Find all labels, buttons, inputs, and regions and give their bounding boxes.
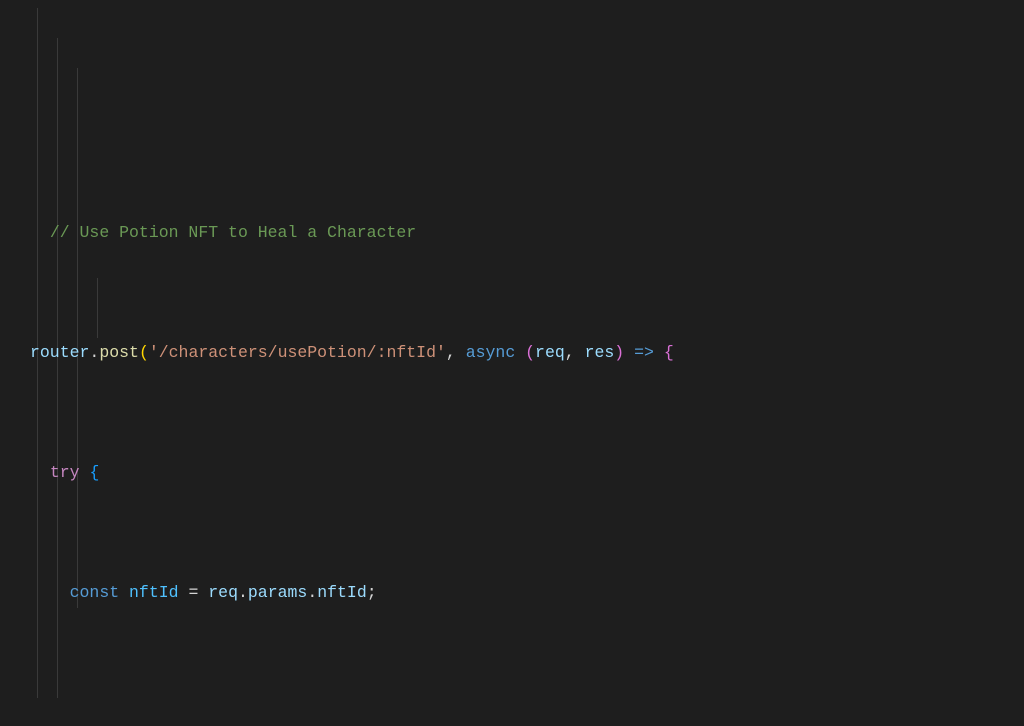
variable: nftId [129,583,179,602]
code-line: const nftId = req.params.nftId; [30,578,1024,608]
code-line: try { [30,458,1024,488]
keyword: const [70,583,120,602]
indent-guide [97,278,98,338]
code-line: // Use Potion NFT to Heal a Character [30,218,1024,248]
identifier: req [208,583,238,602]
param: res [585,343,615,362]
identifier: router [30,343,89,362]
code-editor[interactable]: // Use Potion NFT to Heal a Character ro… [0,0,1024,726]
code-line: router.post('/characters/usePotion/:nftI… [30,338,1024,368]
property: nftId [317,583,367,602]
keyword: try [50,463,80,482]
string: '/characters/usePotion/:nftId' [149,343,446,362]
keyword: async [466,343,516,362]
comment: // Use Potion NFT to Heal a Character [50,223,416,242]
param: req [535,343,565,362]
code-line [30,698,1024,726]
method: post [99,343,139,362]
property: params [248,583,307,602]
